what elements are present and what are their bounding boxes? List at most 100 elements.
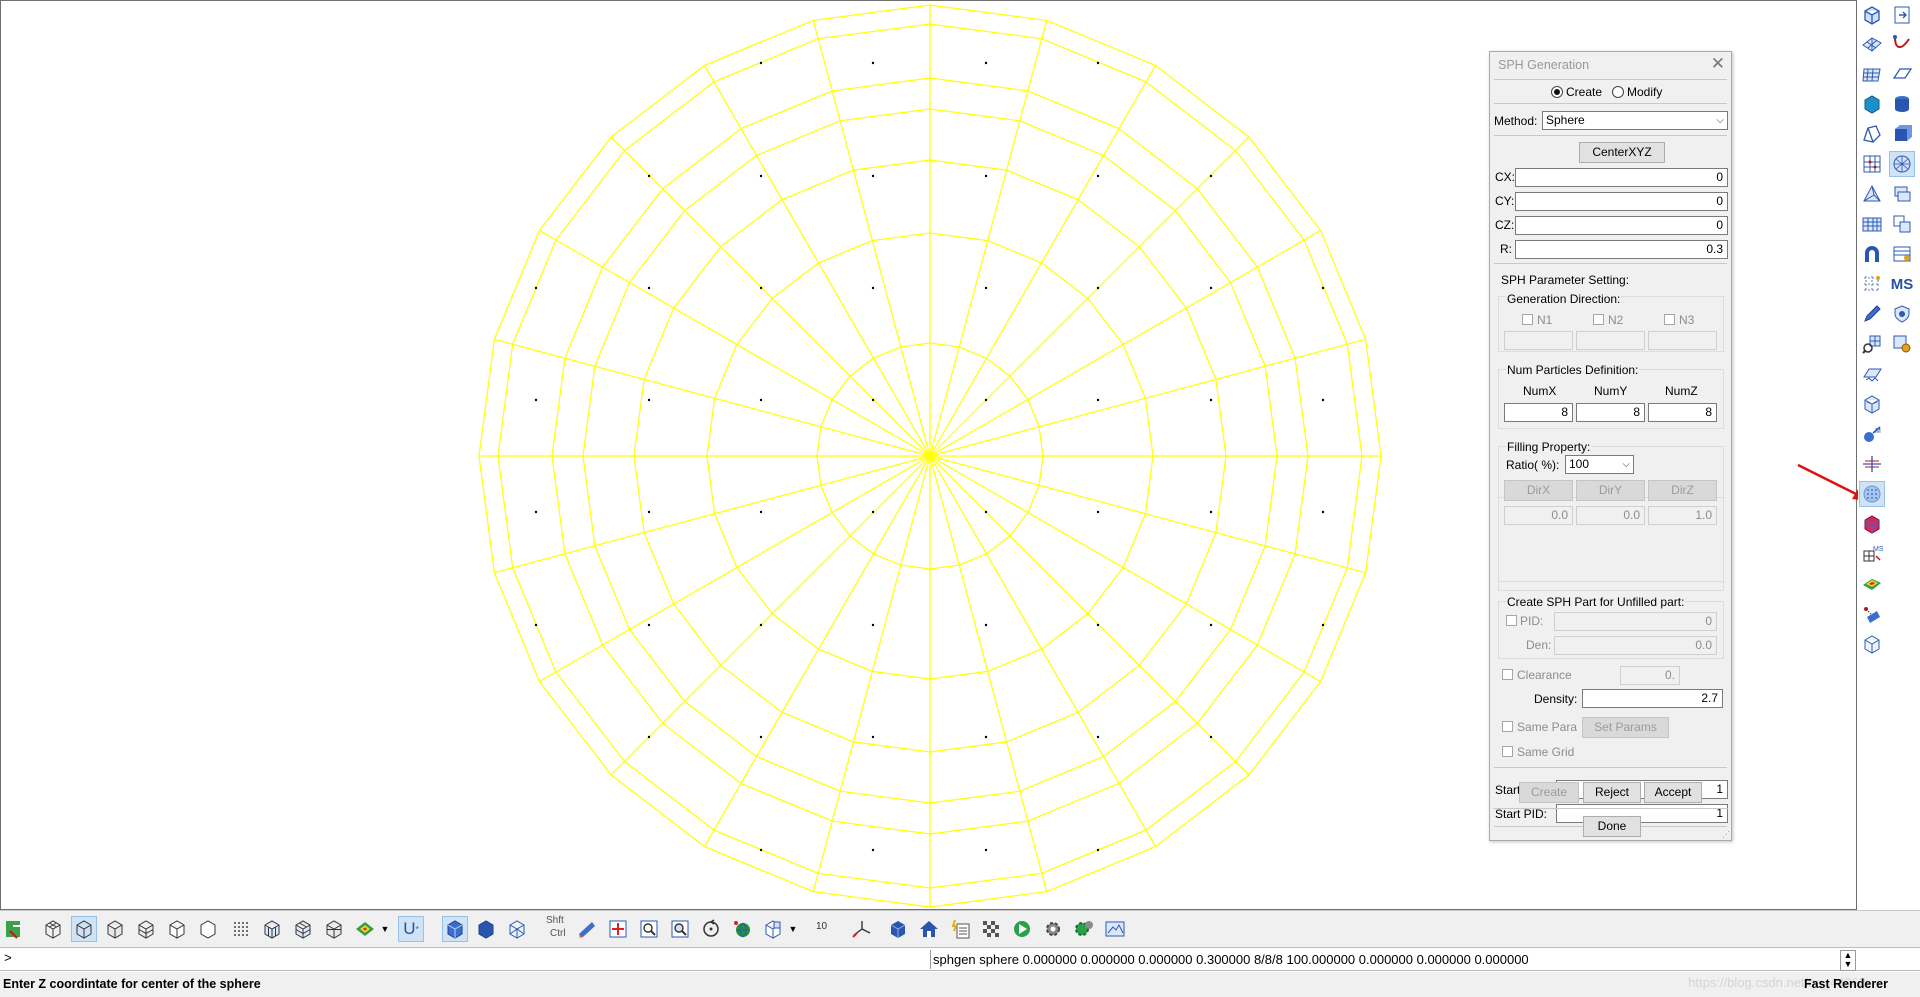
transform-icon[interactable] — [1889, 211, 1915, 237]
add-node-icon[interactable] — [605, 916, 631, 942]
create-button[interactable]: Create — [1519, 782, 1579, 803]
home-icon[interactable] — [916, 916, 942, 942]
sph-generation-icon[interactable] — [1859, 481, 1885, 507]
view-dropdown-icon[interactable]: ▼ — [786, 916, 800, 942]
cy-input[interactable]: 0 — [1515, 192, 1728, 211]
ratio-select[interactable]: 100 ⌵ — [1565, 455, 1634, 474]
solid-mesh-icon[interactable] — [259, 916, 285, 942]
den-input[interactable]: 0.0 — [1554, 636, 1717, 655]
contour-fringe-icon[interactable] — [352, 916, 378, 942]
n2-input[interactable] — [1576, 331, 1645, 350]
shaded-view-icon[interactable] — [71, 916, 97, 942]
connect-icon[interactable] — [1859, 601, 1885, 627]
n2-checkbox[interactable] — [1593, 314, 1604, 325]
import-icon[interactable] — [1889, 2, 1915, 28]
dirx-input[interactable]: 0.0 — [1504, 506, 1573, 525]
n1-input[interactable] — [1504, 331, 1573, 350]
recycle-gear-icon[interactable] — [1071, 916, 1097, 942]
solid-view-icon[interactable] — [473, 916, 499, 942]
layers-icon[interactable] — [1889, 181, 1915, 207]
wire-block-icon[interactable] — [1859, 631, 1885, 657]
method-select[interactable]: Sphere ⌵ — [1542, 111, 1728, 130]
view-cube-icon[interactable] — [760, 916, 786, 942]
wireframe-view-icon[interactable] — [40, 916, 66, 942]
diry-button[interactable]: DirY — [1576, 480, 1645, 501]
grid-mesh-icon[interactable] — [1859, 61, 1885, 87]
box-select-icon[interactable] — [885, 916, 911, 942]
pid-checkbox[interactable] — [1506, 615, 1517, 626]
ms-grid-icon[interactable]: MS — [1859, 541, 1885, 567]
model-cube-icon[interactable] — [1859, 391, 1885, 417]
reject-button[interactable]: Reject — [1583, 782, 1641, 803]
block-icon[interactable] — [1889, 121, 1915, 147]
clearance-input[interactable]: 0. — [1620, 666, 1680, 685]
contour-plate-icon[interactable] — [1859, 571, 1885, 597]
shell-thickness-icon[interactable] — [321, 916, 347, 942]
zoom-window-icon[interactable] — [636, 916, 662, 942]
plus-axis-icon[interactable] — [1859, 451, 1885, 477]
curve-icon[interactable] — [1889, 31, 1915, 57]
hidden-view-icon[interactable] — [102, 916, 128, 942]
wire-shape-icon[interactable] — [1859, 121, 1885, 147]
light-list-icon[interactable] — [947, 916, 973, 942]
dirz-button[interactable]: DirZ — [1648, 480, 1717, 501]
accept-button[interactable]: Accept — [1644, 782, 1702, 803]
exit-icon[interactable] — [1, 916, 27, 942]
centerxyz-button[interactable]: CenterXYZ — [1579, 142, 1665, 163]
clearance-checkbox[interactable] — [1502, 669, 1513, 680]
ms-icon[interactable]: MS — [1889, 271, 1915, 297]
modify-radio[interactable] — [1612, 86, 1624, 98]
command-prompt[interactable]: > — [4, 951, 12, 966]
n3-checkbox[interactable] — [1664, 314, 1675, 325]
mesh-ball-icon[interactable] — [1889, 151, 1915, 177]
n3-input[interactable] — [1648, 331, 1717, 350]
diry-input[interactable]: 0.0 — [1576, 506, 1645, 525]
checker-icon[interactable] — [978, 916, 1004, 942]
tetra-icon[interactable] — [1859, 181, 1885, 207]
create-radio[interactable] — [1551, 86, 1563, 98]
shield-icon[interactable] — [1889, 301, 1915, 327]
done-button[interactable]: Done — [1583, 816, 1641, 837]
point-cloud-icon[interactable] — [228, 916, 254, 942]
iso-view-icon[interactable] — [442, 916, 468, 942]
units-button[interactable]: U * — [398, 916, 424, 942]
spring-icon[interactable] — [1859, 361, 1885, 387]
close-icon[interactable]: ✕ — [1711, 54, 1725, 74]
numz-input[interactable]: 8 — [1648, 403, 1717, 422]
particle-block-icon[interactable] — [1859, 511, 1885, 537]
magnet-icon[interactable] — [1859, 241, 1885, 267]
play-icon[interactable] — [1009, 916, 1035, 942]
part-table-icon[interactable] — [1889, 241, 1915, 267]
dirx-button[interactable]: DirX — [1504, 480, 1573, 501]
outline-view-icon[interactable] — [164, 916, 190, 942]
zoom-fit-icon[interactable] — [667, 916, 693, 942]
set-params-button[interactable]: Set Params — [1582, 717, 1669, 738]
same-grid-checkbox[interactable] — [1502, 746, 1513, 757]
density-input[interactable]: 2.7 — [1582, 689, 1723, 708]
resize-grip-icon[interactable]: ⋰ — [1722, 830, 1730, 839]
search-mesh-icon[interactable] — [1859, 331, 1885, 357]
pan-tool-icon[interactable] — [574, 916, 600, 942]
feature-view-icon[interactable] — [195, 916, 221, 942]
radius-input[interactable]: 0.3 — [1515, 240, 1728, 259]
pid-input[interactable]: 0 — [1554, 612, 1717, 631]
gear-icon[interactable] — [1040, 916, 1066, 942]
fringe-dropdown-icon[interactable]: ▼ — [378, 916, 392, 942]
box-icon[interactable] — [1859, 2, 1885, 28]
same-para-checkbox[interactable] — [1502, 721, 1513, 732]
surface-mesh-icon[interactable] — [1859, 31, 1885, 57]
dirz-input[interactable]: 1.0 — [1648, 506, 1717, 525]
history-scroll-icon[interactable]: ▲ ▼ — [1840, 950, 1856, 971]
transparent-view-icon[interactable] — [504, 916, 530, 942]
solid-cube-icon[interactable] — [1859, 91, 1885, 117]
axis-triad-icon[interactable] — [849, 916, 875, 942]
pencil-icon[interactable] — [1859, 301, 1885, 327]
n1-checkbox[interactable] — [1522, 314, 1533, 325]
shell-mesh-icon[interactable] — [1859, 211, 1885, 237]
rotate-icon[interactable] — [698, 916, 724, 942]
globe-icon[interactable] — [729, 916, 755, 942]
cx-input[interactable]: 0 — [1515, 168, 1728, 187]
settings-icon[interactable] — [1889, 331, 1915, 357]
numx-input[interactable]: 8 — [1504, 403, 1573, 422]
numy-input[interactable]: 8 — [1576, 403, 1645, 422]
